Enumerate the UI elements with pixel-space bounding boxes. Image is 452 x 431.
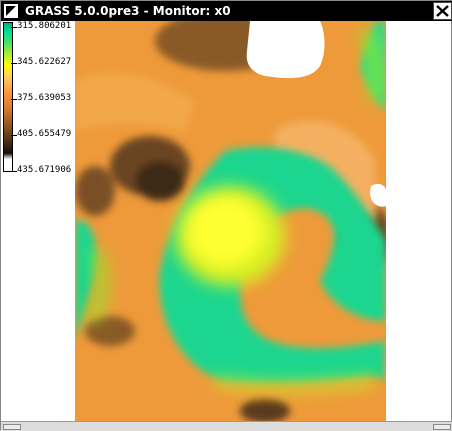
elevation-map[interactable] — [75, 21, 386, 421]
legend-color-bar — [3, 22, 13, 172]
window-menu-button[interactable] — [3, 3, 19, 19]
close-button[interactable] — [433, 2, 452, 20]
peak-west — [135, 161, 185, 201]
legend-label-2: 345.622627 — [17, 57, 72, 67]
legend-label-3: 375.639053 — [17, 93, 72, 103]
legend-label-5: 435.671906 — [17, 165, 72, 175]
resize-handle-left[interactable] — [3, 424, 21, 430]
lowland-core — [187, 196, 263, 266]
snow-peak-north — [246, 21, 325, 79]
elevation-legend: 315.806201 345.622627 375.639053 405.655… — [1, 21, 75, 175]
legend-label-1: 315.806201 — [17, 21, 72, 31]
resize-handle-right[interactable] — [433, 424, 451, 430]
close-x-icon — [436, 5, 449, 17]
monitor-window: GRASS 5.0.0pre3 - Monitor: x0 315.806201… — [0, 0, 452, 431]
title-bar[interactable]: GRASS 5.0.0pre3 - Monitor: x0 — [1, 1, 452, 21]
window-title: GRASS 5.0.0pre3 - Monitor: x0 — [25, 4, 231, 18]
window-menu-icon — [6, 6, 16, 16]
highland-far-west — [75, 166, 115, 216]
legend-label-4: 405.655479 — [17, 129, 72, 139]
